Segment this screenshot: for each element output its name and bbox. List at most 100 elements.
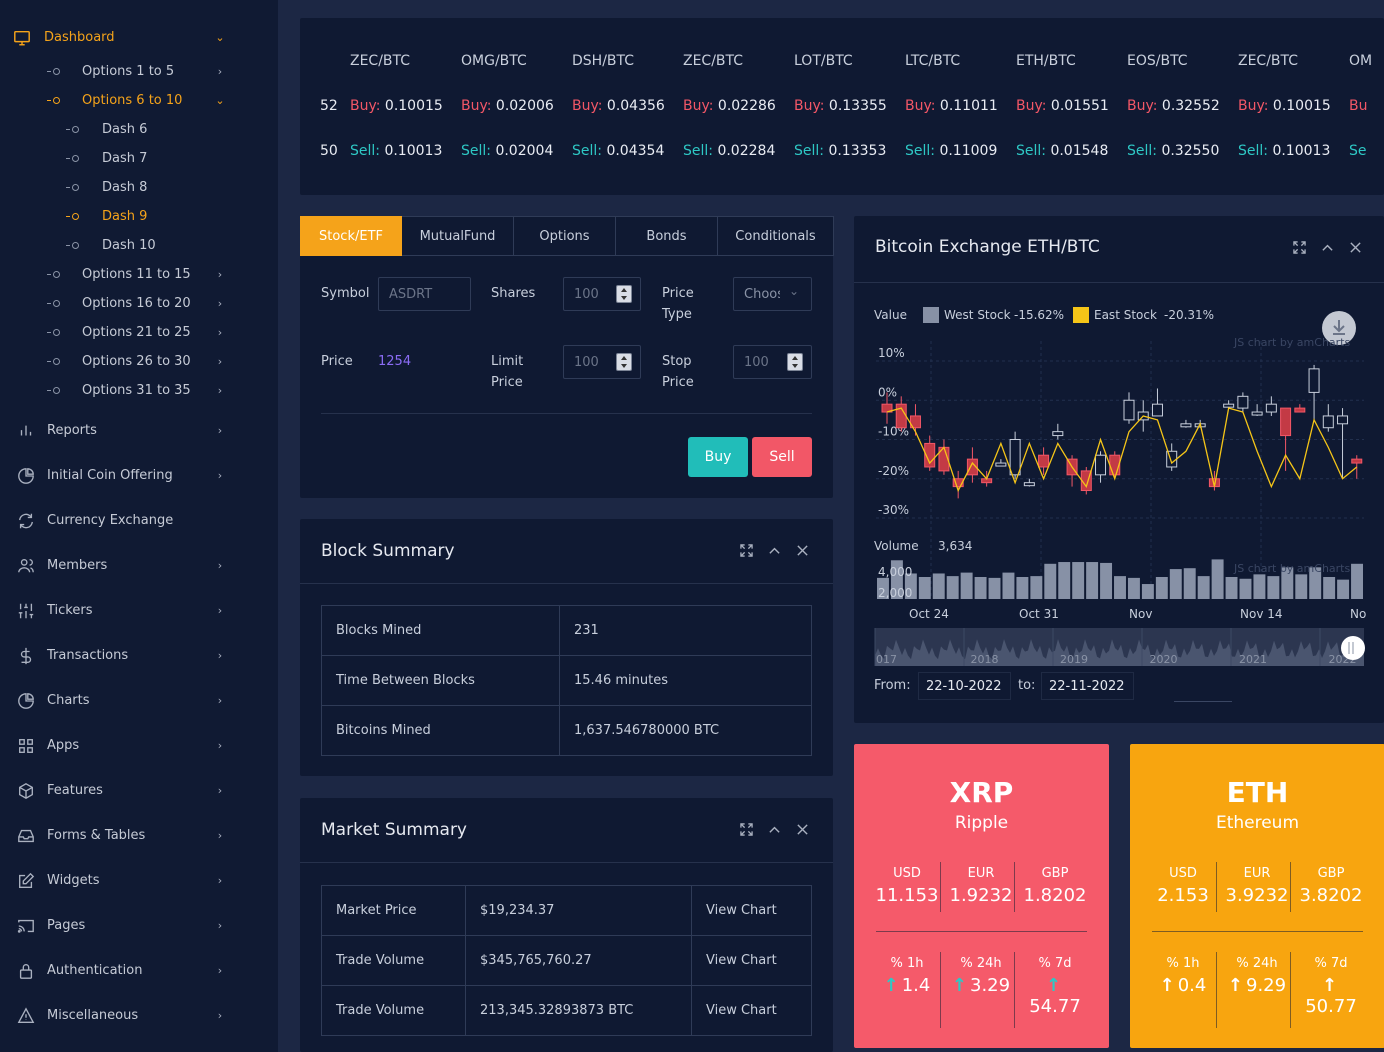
divider xyxy=(1290,952,1291,1028)
candle xyxy=(1351,458,1363,464)
divider xyxy=(940,862,941,912)
sell-button[interactable]: Sell xyxy=(752,437,812,477)
tab-bonds[interactable]: Bonds xyxy=(616,216,718,256)
sidebar-item-dash-6[interactable]: Dash 6 xyxy=(0,115,278,144)
expand-icon[interactable] xyxy=(739,822,753,836)
sidebar-item-options-16-20[interactable]: Options 16 to 20 › xyxy=(0,289,278,318)
row-value: 213,345.32893873 BTC xyxy=(465,985,692,1036)
volume-bar xyxy=(932,573,945,599)
collapse-icon[interactable] xyxy=(767,822,781,836)
to-date-input[interactable]: 22-11-2022 xyxy=(1041,672,1134,700)
buy-button[interactable]: Buy xyxy=(688,437,748,477)
block-summary-table: Blocks Mined 231 Time Between Blocks 15.46… xyxy=(321,605,812,756)
volume-bar xyxy=(1086,562,1099,599)
price-value: 11.153 xyxy=(875,885,939,906)
card-title: Block Summary xyxy=(321,541,455,561)
ticker-panel: 52 50 ZEC/BTC Buy: 0.10015 Sell: 0.10013 OM… xyxy=(300,18,1384,195)
candle xyxy=(1151,403,1163,417)
chevron-right-icon: › xyxy=(217,268,223,281)
shares-input[interactable]: 100 xyxy=(563,277,641,311)
grid-icon xyxy=(16,736,36,756)
watermark: JS chart by amCharts xyxy=(1233,336,1350,349)
close-icon[interactable] xyxy=(795,543,809,557)
row-value: 1,637.546780000 BTC xyxy=(559,705,812,756)
sidebar-item-dashboard[interactable]: Dashboard ⌄ xyxy=(0,23,278,52)
close-icon[interactable] xyxy=(795,822,809,836)
view-chart-link[interactable]: View Chart xyxy=(691,935,812,986)
sidebar-item-features[interactable]: Features › xyxy=(0,776,278,805)
sidebar-item-tickers[interactable]: Tickers › xyxy=(0,596,278,625)
change-value: 50.77 xyxy=(1305,996,1357,1017)
candle xyxy=(1038,454,1050,468)
sidebar-item-forms-tables[interactable]: Forms & Tables › xyxy=(0,821,278,850)
spinner-icon[interactable] xyxy=(616,353,632,371)
symbol-input[interactable]: ASDRT xyxy=(378,277,471,311)
sidebar-item-options-11-15[interactable]: Options 11 to 15 › xyxy=(0,260,278,289)
view-chart-link[interactable]: View Chart xyxy=(691,885,812,936)
x-tick-label: Nov 14 xyxy=(1240,607,1283,621)
sidebar-item-dash-10[interactable]: Dash 10 xyxy=(0,231,278,260)
expand-icon[interactable] xyxy=(739,543,753,557)
sidebar-item-options-6-10[interactable]: Options 6 to 10 ⌄ xyxy=(0,86,278,115)
volume-bar xyxy=(1295,574,1308,599)
sidebar-item-dash-7[interactable]: Dash 7 xyxy=(0,144,278,173)
candle xyxy=(1251,411,1263,416)
ticker-pair: OMG/BTC xyxy=(461,53,527,69)
sidebar-item-authentication[interactable]: Authentication › xyxy=(0,956,278,985)
sidebar-item-members[interactable]: Members › xyxy=(0,551,278,580)
sidebar-item-options-1-5[interactable]: Options 1 to 5 › xyxy=(0,57,278,86)
arrow-up-icon: ↑ xyxy=(1045,975,1062,996)
sidebar-item-dash-8[interactable]: Dash 8 xyxy=(0,173,278,202)
sidebar-item-label: Options 31 to 35 xyxy=(82,383,191,398)
sidebar-item-label: Options 16 to 20 xyxy=(82,296,191,311)
change-value: 0.4 xyxy=(1177,975,1207,996)
sidebar-item-pages[interactable]: Pages › xyxy=(0,911,278,940)
limit-price-input[interactable]: 100 xyxy=(563,345,641,379)
collapse-icon[interactable] xyxy=(767,543,781,557)
ticker-buy-value: 0.04356 xyxy=(606,98,665,114)
volume-bar xyxy=(960,572,973,599)
sidebar-item-options-31-35[interactable]: Options 31 to 35 › xyxy=(0,376,278,405)
spinner-icon[interactable] xyxy=(787,353,803,371)
sidebar-item-initial-coin-offering[interactable]: Initial Coin Offering › xyxy=(0,461,278,490)
tab-options[interactable]: Options xyxy=(514,216,616,256)
sidebar-item-charts[interactable]: Charts › xyxy=(0,686,278,715)
shares-label: Shares xyxy=(491,286,536,301)
sidebar: Dashboard ⌄ Options 1 to 5 › Options 6 t… xyxy=(0,0,278,1052)
price-cell: USD 11.153 xyxy=(870,866,944,906)
sidebar-item-label: Dash 6 xyxy=(102,122,148,137)
stop-price-input[interactable]: 100 xyxy=(733,345,812,379)
sidebar-item-dash-9[interactable]: Dash 9 xyxy=(0,202,278,231)
ticker-buy-value: 0.32552 xyxy=(1161,98,1220,114)
tab-mutualfund[interactable]: MutualFund xyxy=(402,216,514,256)
y-tick-label: 0% xyxy=(878,385,897,399)
sidebar-item-options-26-30[interactable]: Options 26 to 30 › xyxy=(0,347,278,376)
volume-bar xyxy=(1016,577,1029,599)
sidebar-item-currency-exchange[interactable]: Currency Exchange xyxy=(0,506,278,535)
tab-conditionals[interactable]: Conditionals xyxy=(718,216,834,256)
arrow-up-icon: ↑ xyxy=(1321,975,1338,996)
price-type-select[interactable]: Choos ⌄ xyxy=(733,277,812,311)
ticker-buy: Buy: 0.32552 xyxy=(1127,98,1220,114)
sidebar-item-label: Tickers xyxy=(47,603,93,618)
sidebar-item-transactions[interactable]: Transactions › xyxy=(0,641,278,670)
sidebar-item-options-21-25[interactable]: Options 21 to 25 › xyxy=(0,318,278,347)
stop-price-label: Stop Price xyxy=(662,354,694,390)
spinner-icon[interactable] xyxy=(616,285,632,303)
ticker-sell-value: 50 xyxy=(320,143,338,159)
ticker-buy-label: Buy: xyxy=(1127,98,1158,114)
sidebar-item-apps[interactable]: Apps › xyxy=(0,731,278,760)
chevron-right-icon: › xyxy=(217,384,223,397)
card-tools xyxy=(739,822,809,836)
view-chart-link[interactable]: View Chart xyxy=(691,985,812,1036)
sidebar-item-miscellaneous[interactable]: Miscellaneous › xyxy=(0,1001,278,1030)
sidebar-item-reports[interactable]: Reports › xyxy=(0,416,278,445)
ticker-sell-label: Sell: xyxy=(350,143,380,159)
sidebar-item-widgets[interactable]: Widgets › xyxy=(0,866,278,895)
from-date-input[interactable]: 22-10-2022 xyxy=(918,672,1011,700)
candle xyxy=(1009,439,1021,476)
candle xyxy=(1052,431,1064,437)
tab-stock-etf[interactable]: Stock/ETF xyxy=(300,216,402,256)
exchange-chart[interactable]: 10%0%-10%-20%-30%Value West Stock -15.62% E… xyxy=(854,216,1384,723)
sidebar-item-label: Transactions xyxy=(47,648,129,663)
